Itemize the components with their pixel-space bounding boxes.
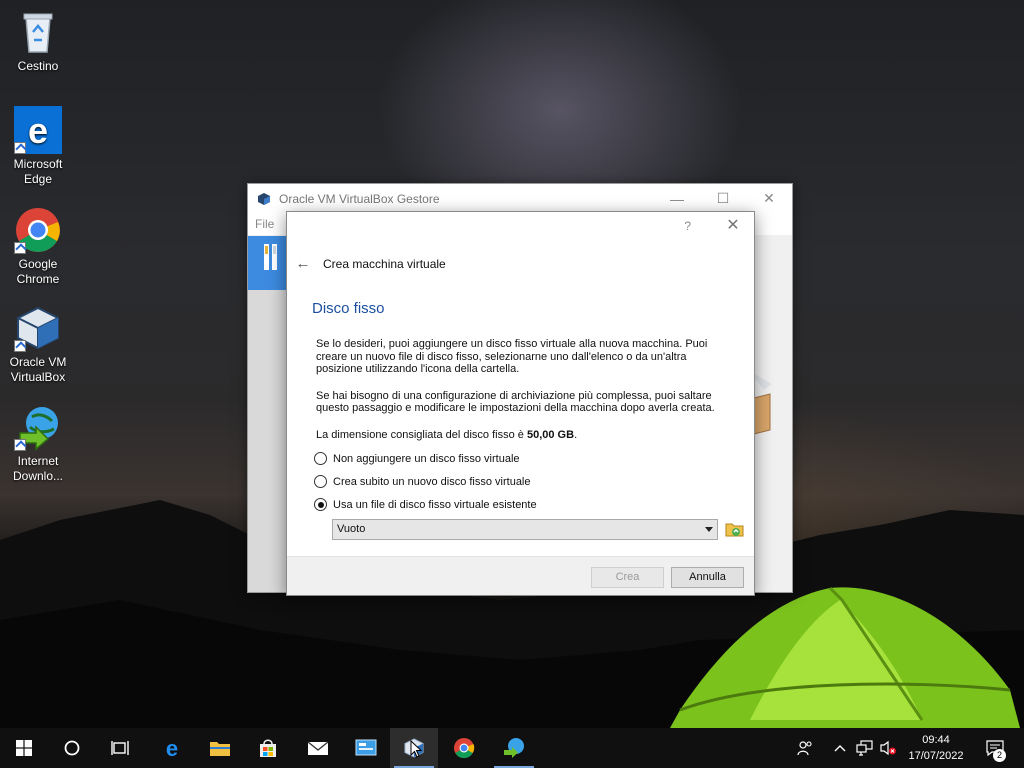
radio-button[interactable] xyxy=(314,452,327,465)
create-button[interactable]: Crea xyxy=(591,567,664,588)
recommended-size-value: 50,00 GB xyxy=(526,428,575,441)
people-icon xyxy=(797,741,812,756)
network-disconnected-icon xyxy=(856,740,873,756)
recommended-size-text: La dimensione consigliata del disco fiss… xyxy=(316,428,578,441)
existing-disk-select[interactable]: Vuoto xyxy=(332,519,718,540)
chevron-up-icon xyxy=(834,745,846,752)
maximize-button[interactable]: ☐ xyxy=(700,184,746,213)
shortcut-arrow-icon xyxy=(14,242,26,254)
virtualbox-icon xyxy=(258,192,270,205)
search-button[interactable] xyxy=(48,728,96,768)
wizard-description: Se lo desideri, puoi aggiungere un disco… xyxy=(316,338,736,455)
mail-icon xyxy=(307,741,329,755)
desktop-icon-chrome[interactable]: Google Chrome xyxy=(4,206,72,287)
option-label: Crea subito un nuovo disco fisso virtual… xyxy=(333,475,531,488)
tools-icon xyxy=(264,244,277,270)
window-title: Oracle VM VirtualBox Gestore xyxy=(279,191,440,206)
taskbar-mail[interactable] xyxy=(294,728,342,768)
clock-date: 17/07/2022 xyxy=(908,750,964,762)
task-view-button[interactable] xyxy=(96,728,144,768)
taskbar-store[interactable] xyxy=(244,728,292,768)
taskbar-control-panel[interactable] xyxy=(342,728,390,768)
minimize-button[interactable]: — xyxy=(654,184,700,213)
action-center-button[interactable] xyxy=(980,728,1010,768)
option-no-disk[interactable]: Non aggiungere un disco fisso virtuale xyxy=(314,452,520,465)
recycle-bin-icon xyxy=(14,8,62,56)
store-icon xyxy=(260,739,276,757)
speaker-muted-icon xyxy=(880,740,896,756)
page-title: Disco fisso xyxy=(312,300,385,317)
back-arrow-icon[interactable]: ← xyxy=(293,254,313,274)
cancel-button[interactable]: Annulla xyxy=(671,567,744,588)
svg-text:e: e xyxy=(28,110,48,151)
folder-icon xyxy=(210,742,230,756)
shortcut-arrow-icon xyxy=(14,340,26,352)
description-paragraph: Se lo desideri, puoi aggiungere un disco… xyxy=(316,338,708,375)
taskbar-internet-download-manager[interactable] xyxy=(490,728,538,768)
taskbar: e 09:44 17/07/2022 xyxy=(0,728,1024,768)
clock-time: 09:44 xyxy=(922,734,950,746)
desktop-icon-virtualbox[interactable]: Oracle VM VirtualBox xyxy=(4,304,72,385)
task-view-icon xyxy=(111,741,129,755)
chrome-icon xyxy=(14,206,62,254)
desktop-icon-edge[interactable]: e Microsoft Edge xyxy=(4,106,72,187)
desktop-icon-internet-download-manager[interactable]: Internet Downlo... xyxy=(4,403,72,484)
close-button[interactable]: ✕ xyxy=(746,184,792,213)
taskbar-file-explorer[interactable] xyxy=(196,728,244,768)
start-button[interactable] xyxy=(0,728,48,768)
svg-text:e: e xyxy=(166,737,178,759)
chrome-icon xyxy=(454,738,475,759)
notification-count-badge: 2 xyxy=(993,749,1006,762)
taskbar-clock[interactable]: 09:44 17/07/2022 xyxy=(898,732,974,764)
option-use-existing-disk[interactable]: Usa un file di disco fisso virtuale esis… xyxy=(314,498,537,511)
help-button[interactable]: ? xyxy=(684,219,691,233)
desktop-icon-label: Oracle VM VirtualBox xyxy=(9,355,67,384)
volume-tray[interactable] xyxy=(878,728,898,768)
create-vm-wizard-dialog[interactable]: ? ✕ ← Crea macchina virtuale Disco fisso… xyxy=(286,211,755,596)
wizard-title: Crea macchina virtuale xyxy=(323,257,446,271)
choose-disk-folder-icon[interactable] xyxy=(725,519,745,539)
windows-logo-icon xyxy=(16,740,32,756)
shortcut-arrow-icon xyxy=(14,142,26,154)
window-titlebar[interactable]: Oracle VM VirtualBox Gestore — ☐ ✕ xyxy=(248,184,792,213)
menu-file[interactable]: File xyxy=(255,217,274,231)
desktop-icon-recycle-bin[interactable]: Cestino xyxy=(4,8,72,74)
machine-list-sidebar xyxy=(248,290,288,592)
internet-download-manager-icon xyxy=(14,403,62,451)
chevron-down-icon xyxy=(705,527,713,532)
edge-icon: e xyxy=(166,737,178,759)
shortcut-arrow-icon xyxy=(14,439,26,451)
close-button[interactable]: ✕ xyxy=(722,215,744,237)
wizard-nav: ← Crea macchina virtuale xyxy=(293,254,446,274)
desktop-icon-label: Cestino xyxy=(17,59,59,73)
virtualbox-icon xyxy=(14,304,62,352)
show-hidden-icons-button[interactable] xyxy=(832,728,848,768)
search-circle-icon xyxy=(64,740,80,756)
desktop-icon-label: Microsoft Edge xyxy=(13,157,63,186)
description-paragraph: Se hai bisogno di una configurazione di … xyxy=(316,389,715,415)
taskbar-chrome[interactable] xyxy=(440,728,488,768)
option-label: Usa un file di disco fisso virtuale esis… xyxy=(333,498,537,511)
mouse-cursor-icon xyxy=(410,740,422,758)
network-tray[interactable] xyxy=(855,728,875,768)
radio-button[interactable] xyxy=(314,475,327,488)
control-panel-icon xyxy=(355,739,377,756)
tools-item[interactable] xyxy=(248,236,288,290)
dialog-footer: Crea Annulla xyxy=(287,556,754,595)
taskbar-edge[interactable]: e xyxy=(148,728,196,768)
desktop-icon-label: Google Chrome xyxy=(16,257,60,286)
radio-button-checked[interactable] xyxy=(314,498,327,511)
select-value: Vuoto xyxy=(337,523,366,535)
edge-icon: e xyxy=(14,106,62,154)
option-create-new-disk[interactable]: Crea subito un nuovo disco fisso virtual… xyxy=(314,475,531,488)
option-label: Non aggiungere un disco fisso virtuale xyxy=(333,452,520,465)
dialog-titlebar[interactable]: ? ✕ xyxy=(287,212,754,242)
desktop-icon-label: Internet Downlo... xyxy=(12,454,64,483)
people-button[interactable] xyxy=(794,728,816,768)
internet-download-manager-icon xyxy=(504,738,524,758)
